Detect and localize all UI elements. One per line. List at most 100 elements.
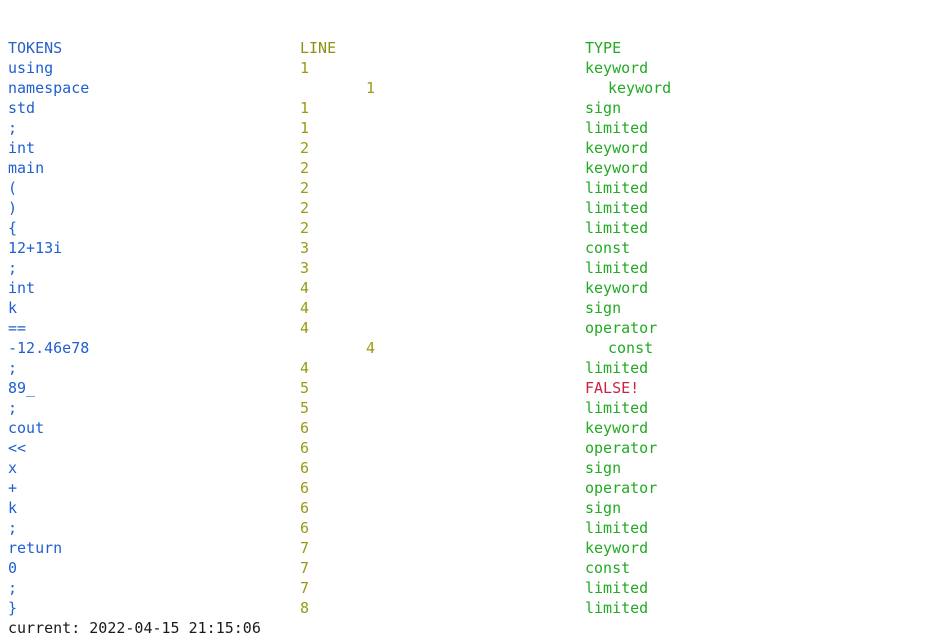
cell-token: {: [8, 219, 18, 237]
cell-token: }: [8, 599, 18, 617]
table-row: main 2 keyword: [0, 158, 925, 178]
cell-line: 2: [300, 199, 310, 217]
cell-line: 5: [300, 399, 310, 417]
cell-token: ;: [8, 359, 18, 377]
cell-line: 3: [300, 239, 310, 257]
table-row: std 1 sign: [0, 98, 925, 118]
cell-line: 6: [300, 499, 310, 517]
cell-type: sign: [585, 499, 622, 517]
cell-type: const: [608, 339, 654, 357]
cell-token: ;: [8, 119, 18, 137]
table-row: +6 operator: [0, 478, 925, 498]
cell-type: limited: [585, 199, 649, 217]
table-row: ; 5 limited: [0, 398, 925, 418]
cell-token: return: [8, 539, 63, 557]
cell-token: int: [8, 139, 36, 157]
cell-type: const: [585, 559, 631, 577]
table-row: (2 limited: [0, 178, 925, 198]
cell-token: main: [8, 159, 45, 177]
cell-token: k: [8, 299, 18, 317]
console-output: ----------------------------- TOKENS LIN…: [0, 0, 925, 637]
cell-type: sign: [585, 459, 622, 477]
cell-line: 6: [300, 479, 310, 497]
table-row: ; 7 limited: [0, 578, 925, 598]
cell-token: using: [8, 59, 54, 77]
cell-token: ;: [8, 259, 18, 277]
cell-token: namespace: [8, 79, 90, 97]
cell-line: 7: [300, 579, 310, 597]
cell-line: 6: [300, 459, 310, 477]
table-row: k 4 sign: [0, 298, 925, 318]
column-header-line: LINE: [300, 39, 337, 57]
cell-token: std: [8, 99, 36, 117]
cell-line: 3: [300, 259, 310, 277]
table-header-row: TOKENS LINE TYPE: [0, 38, 925, 58]
cell-line: 4: [300, 279, 310, 297]
cell-line: 4: [300, 319, 310, 337]
cell-token: -12.46e78: [8, 339, 90, 357]
column-header-tokens: TOKENS: [8, 39, 63, 57]
cell-type: keyword: [585, 59, 649, 77]
table-row: ; 1 limited: [0, 118, 925, 138]
table-row: 0 7 const: [0, 558, 925, 578]
cell-type: sign: [585, 99, 622, 117]
cell-line: 2: [300, 219, 310, 237]
cell-line: 6: [300, 419, 310, 437]
cell-token: 89_: [8, 379, 36, 397]
cell-type: limited: [585, 119, 649, 137]
cell-token: cout: [8, 419, 45, 437]
cell-token: ): [8, 199, 18, 217]
column-header-type: TYPE: [585, 39, 622, 57]
cell-token: (: [8, 179, 18, 197]
cell-line: 1: [366, 79, 376, 97]
table-row: cout 6 keyword: [0, 418, 925, 438]
cell-type: operator: [585, 319, 658, 337]
cell-line: 4: [300, 299, 310, 317]
table-row: {2 limited: [0, 218, 925, 238]
token-table: TOKENS LINE TYPE using 1 keyword namespace 1…: [0, 38, 925, 618]
cell-line: 2: [300, 159, 310, 177]
table-row: return 7 keyword: [0, 538, 925, 558]
cell-type: sign: [585, 299, 622, 317]
table-row: ; 3 limited: [0, 258, 925, 278]
table-row: -12.46e78 4 const: [0, 338, 925, 358]
cell-type: keyword: [585, 139, 649, 157]
cell-line: 6: [300, 439, 310, 457]
table-row: x 6 sign: [0, 458, 925, 478]
table-row: ; 4 limited: [0, 358, 925, 378]
cell-type: const: [585, 239, 631, 257]
cell-line: 6: [300, 519, 310, 537]
table-row: int 2 keyword: [0, 138, 925, 158]
cell-type-error: FALSE!: [585, 379, 640, 397]
cell-line: 1: [300, 59, 310, 77]
table-row: 12+13i 3 const: [0, 238, 925, 258]
cell-line: 1: [300, 119, 310, 137]
separator-line: -----------------------------: [8, 0, 270, 8]
cell-line: 1: [300, 99, 310, 117]
cell-type: limited: [585, 599, 649, 617]
cell-type: keyword: [585, 279, 649, 297]
table-row: using 1 keyword: [0, 58, 925, 78]
cell-type: keyword: [608, 79, 672, 97]
status-timestamp: current: 2022-04-15 21:15:06: [8, 619, 261, 637]
cell-type: keyword: [585, 419, 649, 437]
cell-token: +: [8, 479, 18, 497]
cell-token: 12+13i: [8, 239, 63, 257]
cell-token: int: [8, 279, 36, 297]
cell-type: limited: [585, 219, 649, 237]
table-row: } 8 limited: [0, 598, 925, 618]
table-row: int 4 keyword: [0, 278, 925, 298]
cell-line: 7: [300, 539, 310, 557]
cell-line: 8: [300, 599, 310, 617]
cell-line: 2: [300, 179, 310, 197]
cell-token: k: [8, 499, 18, 517]
table-row: k 6 sign: [0, 498, 925, 518]
cell-line: 4: [366, 339, 376, 357]
table-row: ; 6 limited: [0, 518, 925, 538]
cell-line: 5: [300, 379, 310, 397]
cell-token: ;: [8, 579, 18, 597]
cell-type: operator: [585, 479, 658, 497]
cell-type: limited: [585, 579, 649, 597]
cell-line: 2: [300, 139, 310, 157]
table-row: == 4 operator: [0, 318, 925, 338]
